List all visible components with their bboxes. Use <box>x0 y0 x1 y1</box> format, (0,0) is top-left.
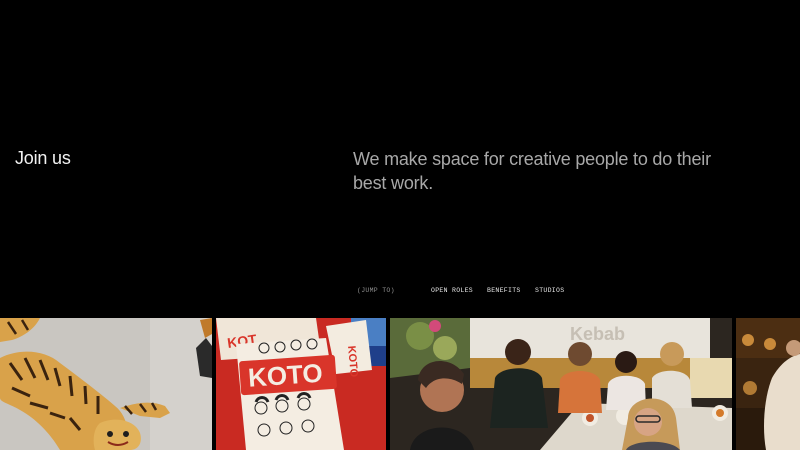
gallery-photo-team-dinner[interactable]: Kebab <box>390 318 732 450</box>
team-dinner-image: Kebab <box>390 318 732 450</box>
gallery-photo-tiger-rug[interactable] <box>0 318 212 450</box>
gallery-photo-restaurant-interior[interactable] <box>736 318 800 450</box>
page-title: Join us <box>15 148 71 168</box>
kebab-sign-text: Kebab <box>570 324 625 344</box>
restaurant-interior-image <box>736 318 800 450</box>
tiger-rug-image <box>0 318 212 450</box>
benefits-link[interactable]: BENEFITS <box>487 287 521 294</box>
gallery-photo-koto-poster[interactable]: KOTO KOT KOTO <box>216 318 386 450</box>
open-roles-link[interactable]: OPEN ROLES <box>431 287 473 294</box>
tagline: We make space for creative people to do … <box>353 149 711 193</box>
photo-gallery: KOTO KOT KOTO Kebab <box>0 318 800 450</box>
koto-poster-image: KOTO KOT KOTO <box>216 318 386 450</box>
koto-sign-text: KOTO <box>247 358 324 393</box>
jump-to-label: (JUMP TO) <box>357 287 395 294</box>
studios-link[interactable]: STUDIOS <box>535 287 564 294</box>
